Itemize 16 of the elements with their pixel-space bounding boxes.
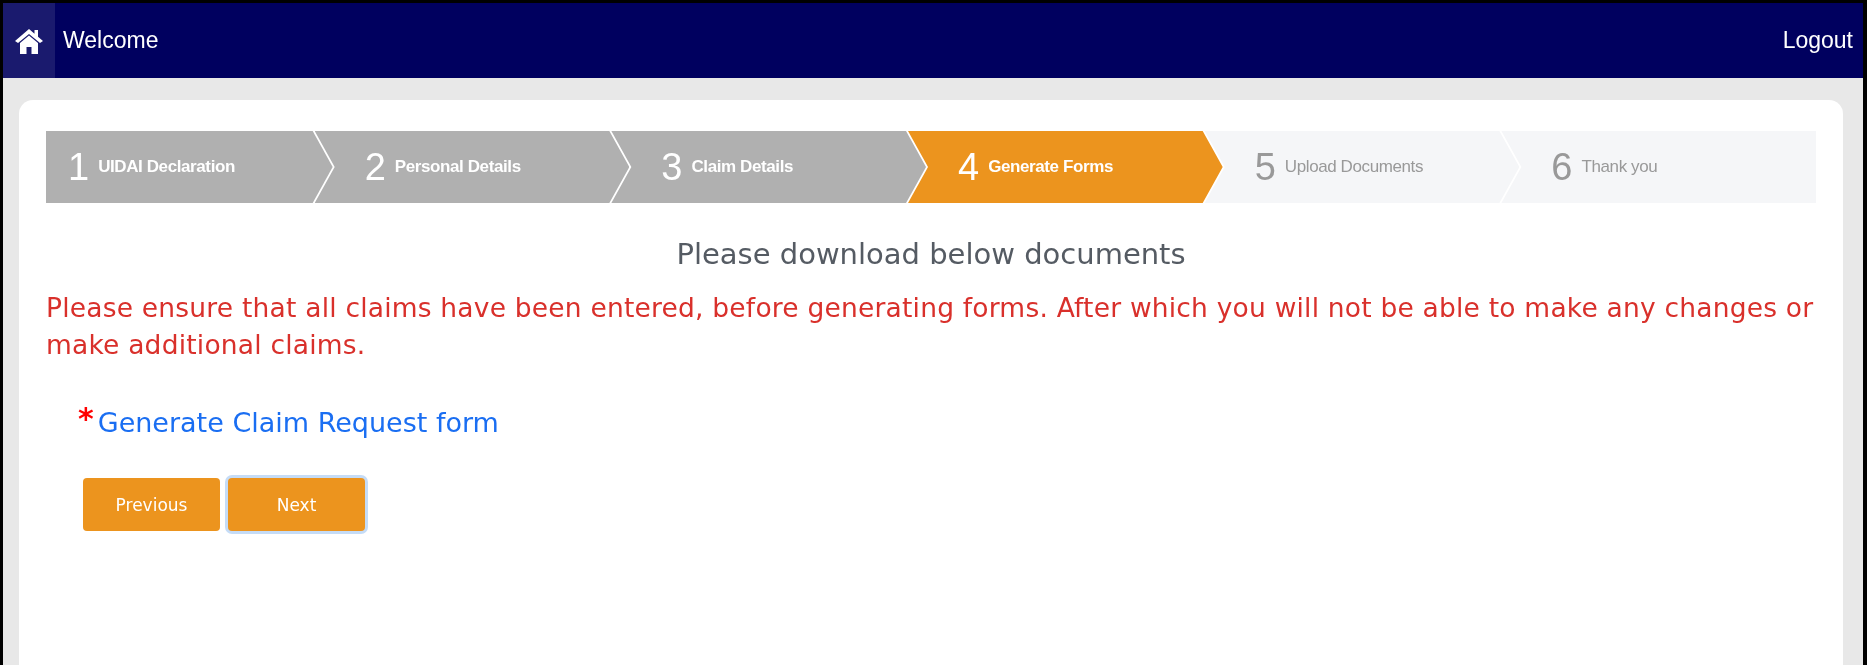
wizard-step: 3 Claim Details [611,131,926,203]
wizard-step: 4 Generate Forms [908,131,1223,203]
logout-link[interactable]: Logout [1782,27,1853,54]
home-button[interactable] [3,3,55,78]
wizard-step: 6 Thank you [1501,131,1817,203]
header-title: Welcome [63,27,159,54]
previous-button[interactable]: Previous [83,478,220,531]
wizard-step: 5 Upload Documents [1204,131,1520,203]
generate-form-link[interactable]: Generate Claim Request form [97,407,499,438]
wizard-step: 1 UIDAI Declaration [46,131,333,203]
next-button[interactable]: Next [228,478,365,531]
wizard-step: 2 Personal Details [314,131,630,203]
home-icon [14,26,44,55]
required-mark: * [78,407,94,431]
warning-text: Please ensure that all claims have been entered, before generating forms. After which you will not be able to make any changes or make additional claims. [46,291,1815,362]
page-heading: Please download below documents [675,237,1187,271]
